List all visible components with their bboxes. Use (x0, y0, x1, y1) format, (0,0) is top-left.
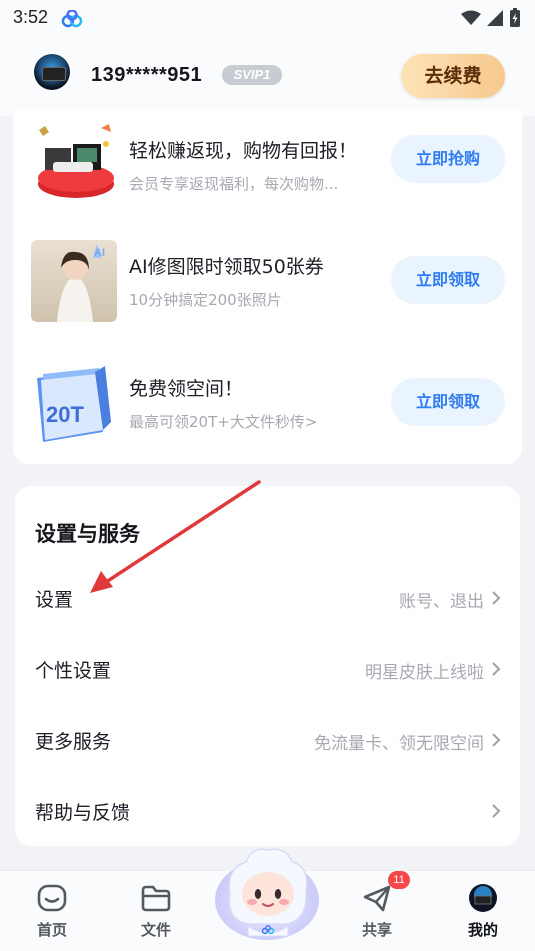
folder-icon (141, 885, 171, 912)
signal-icon (487, 10, 503, 26)
account-header: 139*****951 SVIP1 去续费 (0, 36, 535, 116)
tab-me[interactable]: 我的 (443, 871, 523, 951)
phone-number: 139*****951 (91, 64, 203, 86)
tab-files[interactable]: 文件 (116, 871, 196, 951)
promo-subtitle: 10分钟搞定200张照片 (129, 291, 282, 309)
cloud-app-icon (61, 10, 83, 28)
svg-text:AI: AI (94, 247, 105, 259)
promo-title: 轻松赚返现，购物有回报！ (129, 140, 358, 162)
claim-coupon-button[interactable]: 立即领取 (391, 256, 505, 304)
promo-subtitle: 最高可领20T+大文件秒传> (129, 413, 318, 431)
battery-icon (510, 8, 520, 27)
row-value: 明星皮肤上线啦 (365, 663, 484, 683)
row-label: 设置 (35, 589, 74, 611)
share-icon (363, 885, 391, 912)
row-value: 账号、退出 (399, 592, 484, 612)
mascot-assistant-button[interactable] (212, 842, 322, 942)
svip-badge[interactable]: SVIP1 (222, 65, 282, 85)
tab-label: 共享 (361, 921, 392, 939)
section-title: 设置与服务 (35, 522, 140, 546)
promo-item-ai-retouch[interactable]: AI AI修图限时领取50张券 10分钟搞定200张照片 立即领取 (13, 240, 522, 340)
user-avatar[interactable] (34, 54, 70, 90)
chevron-right-icon (492, 591, 501, 605)
settings-row-more-services[interactable]: 更多服务 免流量卡、领无限空间 (15, 705, 520, 775)
settings-row-settings[interactable]: 设置 账号、退出 (15, 563, 520, 633)
ai-photo-icon: AI (31, 240, 117, 322)
notification-badge: 11 (388, 871, 410, 889)
storage-20t-icon: 20T (37, 366, 111, 442)
promo-card: 轻松赚返现，购物有回报！ 会员专享返现福利，每次购物... 立即抢购 AI AI… (13, 110, 522, 464)
claim-space-button[interactable]: 立即领取 (391, 378, 505, 426)
tab-label: 文件 (140, 921, 171, 939)
svg-text:20T: 20T (46, 402, 84, 427)
promo-title: 免费领空间！ (129, 378, 244, 400)
chevron-right-icon (492, 662, 501, 676)
status-icons (461, 8, 521, 28)
renew-button[interactable]: 去续费 (401, 54, 505, 98)
row-label: 个性设置 (35, 660, 112, 682)
promo-title: AI修图限时领取50张券 (129, 256, 324, 278)
grab-now-button[interactable]: 立即抢购 (391, 135, 505, 183)
home-icon (37, 884, 67, 912)
tab-home[interactable]: 首页 (12, 871, 92, 951)
settings-services-card: 设置与服务 设置 账号、退出 个性设置 明星皮肤上线啦 更多服务 免流量卡、领无… (15, 486, 520, 846)
tab-label: 我的 (467, 921, 498, 939)
settings-row-help-feedback[interactable]: 帮助与反馈 (15, 776, 520, 846)
promo-item-free-space[interactable]: 20T 免费领空间！ 最高可领20T+大文件秒传> 立即领取 (13, 362, 522, 462)
status-bar: 3:52 (0, 0, 535, 36)
row-value: 免流量卡、领无限空间 (314, 734, 484, 754)
row-label: 帮助与反馈 (35, 802, 131, 824)
settings-row-personalize[interactable]: 个性设置 明星皮肤上线啦 (15, 634, 520, 704)
shopping-gift-icon (38, 124, 114, 198)
wifi-icon (461, 10, 481, 25)
chevron-right-icon (492, 804, 501, 818)
tab-label: 首页 (36, 921, 67, 939)
promo-item-cashback[interactable]: 轻松赚返现，购物有回报！ 会员专享返现福利，每次购物... 立即抢购 (13, 118, 522, 218)
avatar-icon (469, 884, 497, 912)
chevron-right-icon (492, 733, 501, 747)
row-label: 更多服务 (35, 731, 112, 753)
status-time: 3:52 (13, 7, 49, 27)
promo-subtitle: 会员专享返现福利，每次购物... (129, 175, 339, 193)
